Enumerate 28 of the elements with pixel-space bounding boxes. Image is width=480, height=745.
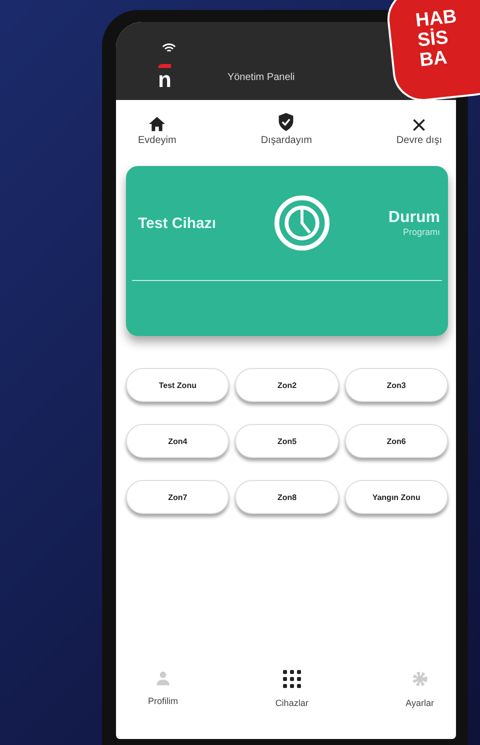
zone-button[interactable]: Zon3 <box>344 368 448 402</box>
wifi-icon <box>162 43 176 54</box>
device-name: Test Cihazı <box>138 214 216 232</box>
zone-button[interactable]: Zon6 <box>344 424 448 458</box>
home-icon <box>148 116 166 132</box>
zone-button[interactable]: Zon4 <box>126 424 230 458</box>
grid-icon <box>282 670 301 688</box>
close-icon <box>412 118 426 132</box>
person-icon <box>155 670 171 686</box>
settings-icon <box>410 670 429 688</box>
nav-tab[interactable]: Profilim <box>142 669 184 709</box>
zone-button[interactable]: Test Zonu <box>126 368 230 402</box>
zone-button[interactable]: Zon7 <box>126 480 230 514</box>
app-logo: n <box>158 64 172 90</box>
zone-button[interactable]: Zon5 <box>235 424 339 458</box>
mode-button[interactable]: Dışardayım <box>256 110 316 148</box>
zone-button[interactable]: Yangın Zonu <box>344 480 448 514</box>
nav-tab[interactable]: Ayarlar <box>400 669 440 709</box>
clock-icon <box>273 194 332 252</box>
mode-button[interactable]: Devre dışı <box>392 116 446 148</box>
header-title: Yönetim Paneli <box>227 72 295 82</box>
zone-button[interactable]: Zon2 <box>235 368 339 402</box>
shield-check-icon <box>277 112 296 132</box>
status-detail: Programı <box>402 227 440 237</box>
status-label: Durum <box>388 209 440 227</box>
zone-button[interactable]: Zon8 <box>235 480 339 514</box>
nav-tab[interactable]: Cihazlar <box>269 669 314 709</box>
mode-button[interactable]: Evdeyim <box>134 114 180 148</box>
